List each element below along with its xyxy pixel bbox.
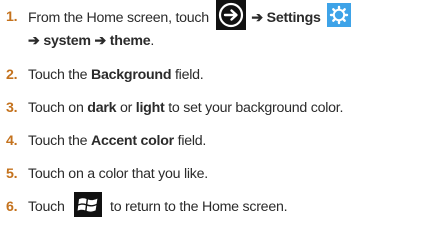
windows-start-icon — [74, 192, 103, 218]
step-text: field. — [174, 67, 204, 83]
step-text: Touch the — [28, 67, 88, 83]
background-label: Background — [90, 67, 172, 83]
step-text: or — [119, 100, 133, 116]
accent-color-label: Accent color — [90, 133, 174, 149]
step-text: Touch — [28, 199, 65, 215]
step-text: to set your background color. — [168, 100, 344, 116]
step-text: field. — [177, 133, 207, 149]
step-number: 4. — [6, 133, 18, 149]
arrow-glyph: ➔ — [28, 33, 40, 49]
system-label: system — [43, 33, 91, 49]
settings-gear-icon — [327, 3, 352, 27]
instructions-page: 1. From the Home screen, touch ➔ Setting… — [0, 0, 421, 243]
settings-label: Settings — [266, 9, 321, 26]
light-label: light — [135, 100, 165, 116]
theme-label: theme — [109, 33, 151, 49]
dark-label: dark — [87, 100, 117, 116]
step-number: 1. — [6, 9, 18, 25]
circle-right-arrow-icon — [215, 0, 246, 30]
step-text: to return to the Home screen. — [110, 199, 288, 215]
period: . — [150, 33, 155, 49]
arrow-glyph: ➔ — [251, 9, 263, 26]
step-number: 3. — [6, 100, 18, 116]
step-text: Touch on — [28, 100, 84, 116]
arrow-glyph: ➔ — [94, 33, 107, 49]
step-text: Touch on a color that you like. — [28, 166, 208, 182]
step-number: 5. — [6, 166, 18, 182]
step-number: 6. — [6, 199, 18, 215]
step-number: 2. — [6, 67, 18, 83]
step-text: Touch the — [28, 133, 88, 149]
step-text: From the Home screen, touch — [28, 9, 209, 26]
